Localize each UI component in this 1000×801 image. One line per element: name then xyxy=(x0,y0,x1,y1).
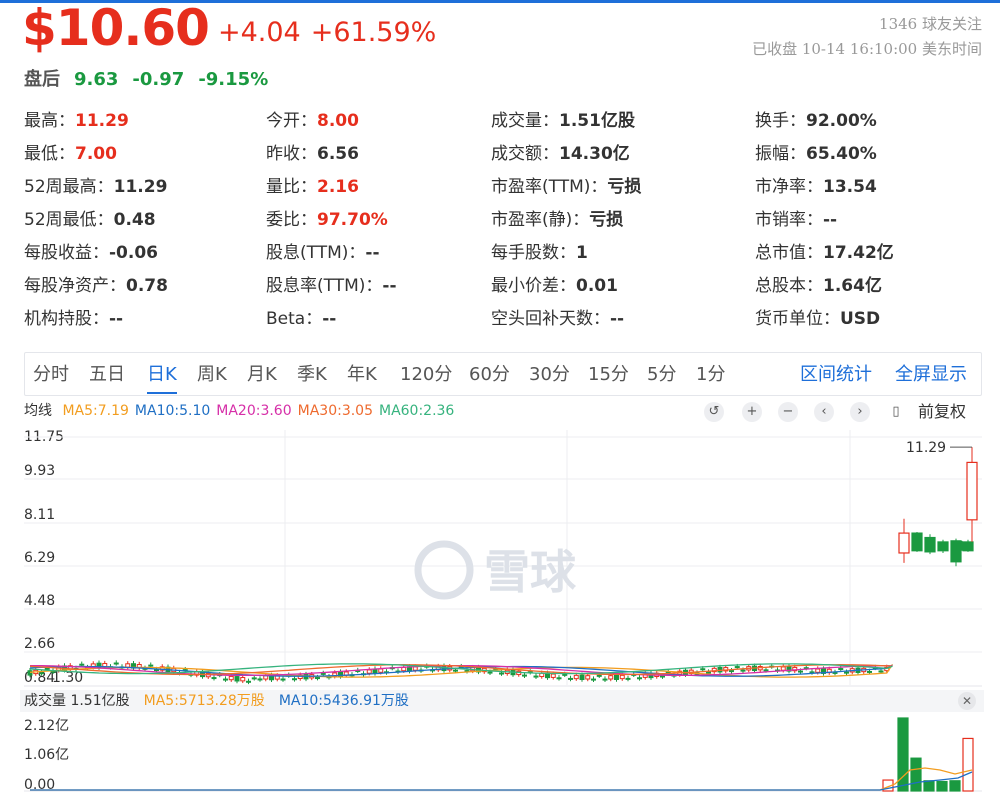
volume-ma5: MA5:5713.28万股 xyxy=(143,693,265,709)
volume-title: 成交量 1.51亿股 xyxy=(24,693,130,709)
volume-bar xyxy=(910,757,922,792)
volume-tick-label: 1.06亿 xyxy=(24,747,70,763)
candle-body xyxy=(228,675,234,681)
candle-body xyxy=(573,674,579,680)
candle-body xyxy=(453,669,458,672)
volume-ma10-line xyxy=(30,771,973,791)
candle-body xyxy=(614,674,619,681)
candle-body xyxy=(602,678,608,681)
candle-body xyxy=(608,675,614,680)
candle-body xyxy=(240,677,246,682)
kline-chart[interactable]: 雪球 11.29 xyxy=(0,0,1000,801)
candle-body xyxy=(878,670,884,673)
candle-body xyxy=(251,677,257,680)
candle-body xyxy=(257,678,263,681)
candle-body xyxy=(740,669,746,672)
volume-tick-label: 0.00 xyxy=(24,777,56,793)
candle-body xyxy=(798,670,803,673)
watermark-text: 雪球 xyxy=(484,545,577,599)
candle-body xyxy=(234,676,240,682)
close-icon[interactable]: ✕ xyxy=(958,692,976,710)
candle-body xyxy=(898,532,910,554)
candle-body xyxy=(27,670,33,676)
candle-body xyxy=(966,461,978,521)
candle-body xyxy=(937,541,949,552)
candle-body xyxy=(44,667,50,670)
volume-bar xyxy=(936,780,948,792)
candle-body xyxy=(734,666,740,669)
candle-body xyxy=(499,672,504,675)
watermark-icon xyxy=(414,540,474,600)
candle-body xyxy=(315,677,320,680)
candle-body xyxy=(378,668,384,673)
candle-body xyxy=(39,672,44,675)
candle-body xyxy=(867,670,872,673)
candle-body xyxy=(148,664,154,667)
candle-body xyxy=(113,662,119,665)
candle-body xyxy=(79,663,85,666)
candle-body xyxy=(625,677,631,680)
volume-ma10: MA10:5436.91万股 xyxy=(278,693,409,709)
candle-body xyxy=(223,678,228,681)
candle-body xyxy=(729,670,734,673)
candle-body xyxy=(660,675,665,678)
candle-body xyxy=(366,669,372,674)
candle-body xyxy=(700,668,706,671)
candle-body xyxy=(125,663,131,668)
candle-body xyxy=(838,668,844,671)
volume-bar xyxy=(923,780,935,792)
candle-body xyxy=(487,671,493,674)
candle-body xyxy=(815,668,821,673)
watermark-logo: 雪球 xyxy=(414,540,577,600)
candle-body xyxy=(924,536,936,553)
candle-body xyxy=(280,678,286,681)
volume-tick-label: 2.12亿 xyxy=(24,718,70,734)
volume-bar xyxy=(949,780,961,792)
candle-body xyxy=(211,677,217,680)
candle-body xyxy=(911,532,923,552)
volume-bar xyxy=(962,737,974,792)
candle-body xyxy=(591,678,596,681)
candle-body xyxy=(246,680,251,683)
candle-body xyxy=(637,677,642,680)
candle-body xyxy=(619,674,625,680)
candle-body xyxy=(585,675,591,680)
candle-body xyxy=(956,543,968,550)
candle-body xyxy=(550,673,556,678)
candle-body xyxy=(533,675,539,678)
candle-body xyxy=(562,673,568,676)
candle-body xyxy=(320,672,326,675)
volume-ma5-line xyxy=(30,767,973,791)
candle-body xyxy=(844,671,849,674)
candle-body xyxy=(292,678,297,681)
volume-header: 成交量 1.51亿股 MA5:5713.28万股 MA10:5436.91万股 xyxy=(20,690,984,712)
candle-body xyxy=(579,674,585,681)
candle-body xyxy=(522,674,527,677)
candle-body xyxy=(763,669,769,672)
candle-body xyxy=(780,666,786,671)
candle-body xyxy=(568,677,573,680)
max-price-label: 11.29 xyxy=(906,440,946,456)
candle-body xyxy=(596,674,602,677)
candle-body xyxy=(706,671,711,674)
candle-body xyxy=(556,677,562,680)
